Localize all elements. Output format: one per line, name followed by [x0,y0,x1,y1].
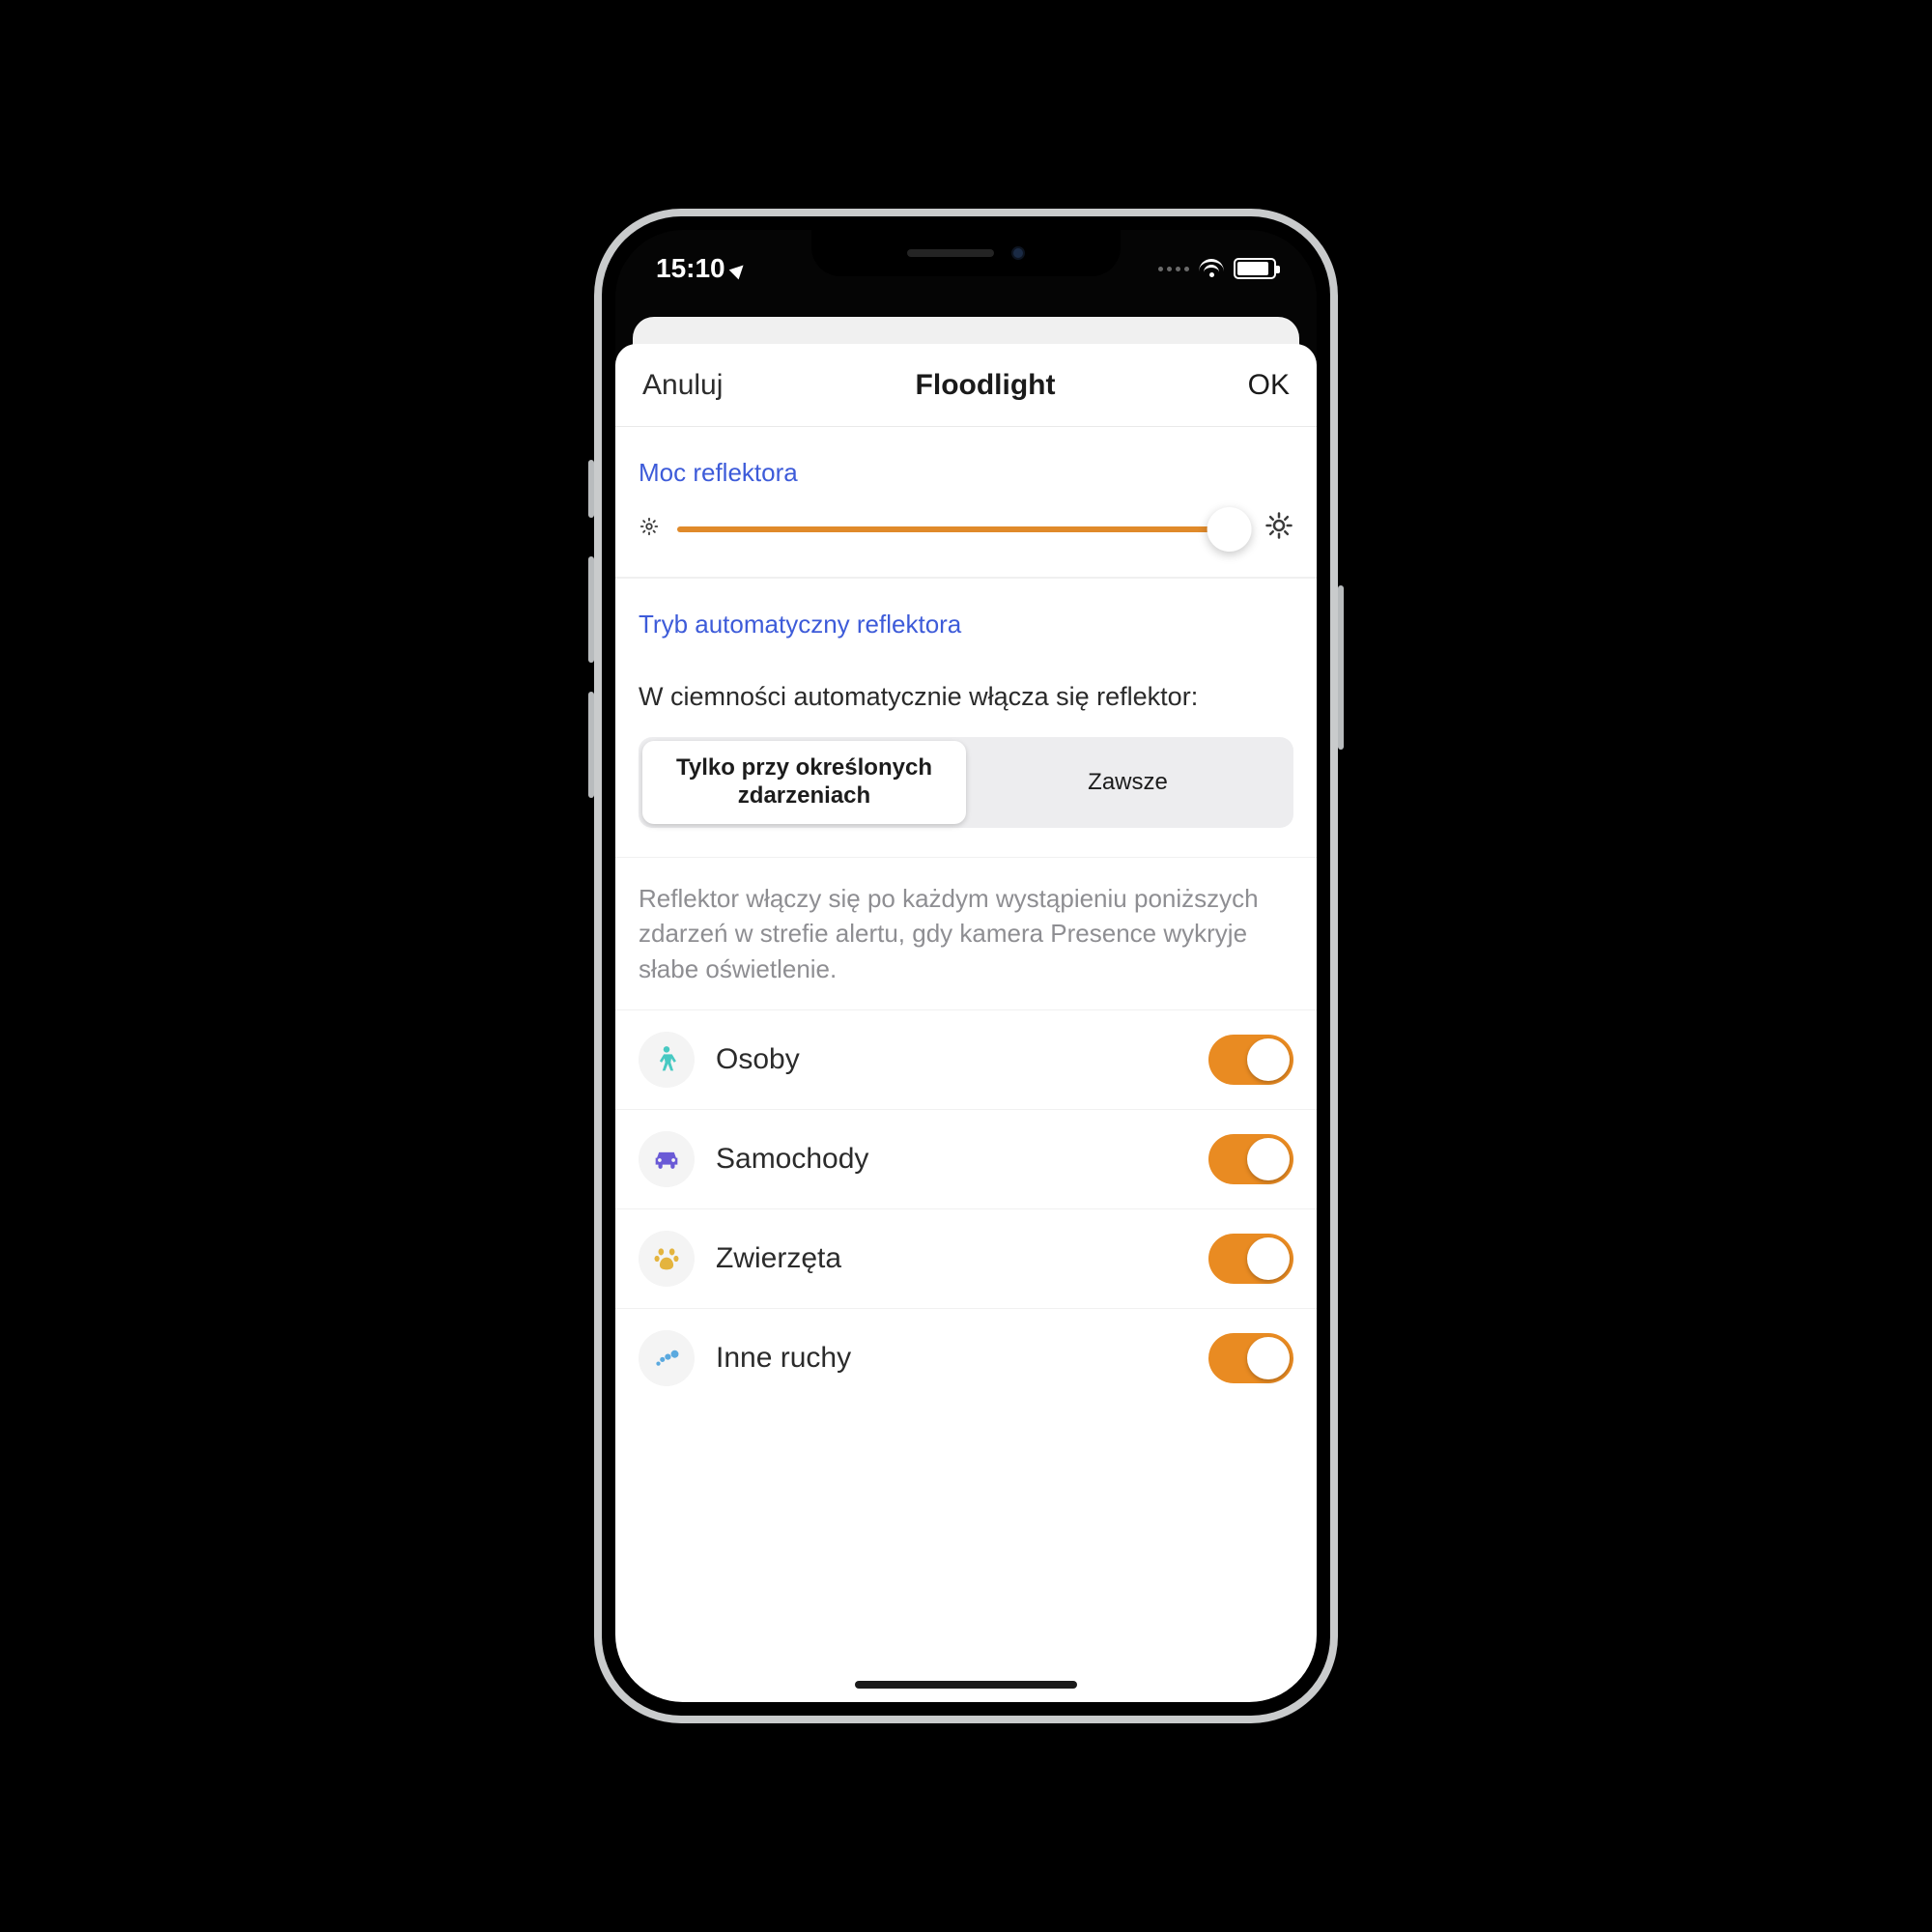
trigger-toggle-people[interactable] [1208,1035,1293,1085]
slider-thumb[interactable] [1208,507,1252,552]
automode-segmented-control[interactable]: Tylko przy określonych zdarzeniach Zawsz… [639,737,1293,828]
trigger-toggle-animals[interactable] [1208,1234,1293,1284]
settings-card: Anuluj Floodlight OK Moc reflektora [615,344,1317,1702]
front-camera [1011,246,1025,260]
trigger-row-cars: Samochody [615,1110,1317,1209]
volume-down-button [588,692,594,798]
screen: 15:10 Anuluj Floodlight [615,230,1317,1702]
device-frame: 15:10 Anuluj Floodlight [594,209,1338,1723]
speaker [907,249,994,257]
trigger-row-animals: Zwierzęta [615,1209,1317,1309]
trigger-label: Zwierzęta [716,1242,1187,1275]
paw-icon [639,1231,695,1287]
trigger-label: Osoby [716,1043,1187,1076]
power-button [1338,585,1344,750]
cellular-dots-icon [1158,267,1189,271]
segment-events[interactable]: Tylko przy określonych zdarzeniach [642,741,966,824]
content: Moc reflektora [615,427,1317,1702]
device-bezel: 15:10 Anuluj Floodlight [602,216,1330,1716]
trigger-list: Osoby Samochody [615,1009,1317,1407]
modal-stack: Anuluj Floodlight OK Moc reflektora [615,317,1317,1702]
notch [811,230,1121,276]
navbar: Anuluj Floodlight OK [615,344,1317,427]
ok-button[interactable]: OK [1248,369,1290,402]
trigger-row-other: Inne ruchy [615,1309,1317,1407]
car-icon [639,1131,695,1187]
brightness-high-icon [1264,511,1293,548]
trigger-row-people: Osoby [615,1010,1317,1110]
status-time: 15:10 [656,253,725,284]
automode-description: Reflektor włączy się po każdym wystąpien… [615,857,1317,1009]
cancel-button[interactable]: Anuluj [642,369,723,402]
automode-intro: W ciemności automatycznie włącza się ref… [615,657,1317,737]
navbar-title: Floodlight [916,369,1056,402]
side-button [588,460,594,518]
power-slider-row [615,505,1317,578]
person-icon [639,1032,695,1088]
brightness-low-icon [639,516,660,544]
battery-icon [1234,258,1276,279]
volume-up-button [588,556,594,663]
trigger-toggle-other[interactable] [1208,1333,1293,1383]
wifi-icon [1199,259,1224,278]
segment-always[interactable]: Zawsze [966,741,1290,824]
motion-icon [639,1330,695,1386]
trigger-toggle-cars[interactable] [1208,1134,1293,1184]
section-automode-label: Tryb automatyczny reflektora [615,578,1317,657]
home-indicator[interactable] [855,1681,1077,1689]
trigger-label: Samochody [716,1143,1187,1176]
location-icon [728,261,748,280]
trigger-label: Inne ruchy [716,1342,1187,1375]
section-power-label: Moc reflektora [615,427,1317,505]
power-slider[interactable] [677,526,1247,532]
